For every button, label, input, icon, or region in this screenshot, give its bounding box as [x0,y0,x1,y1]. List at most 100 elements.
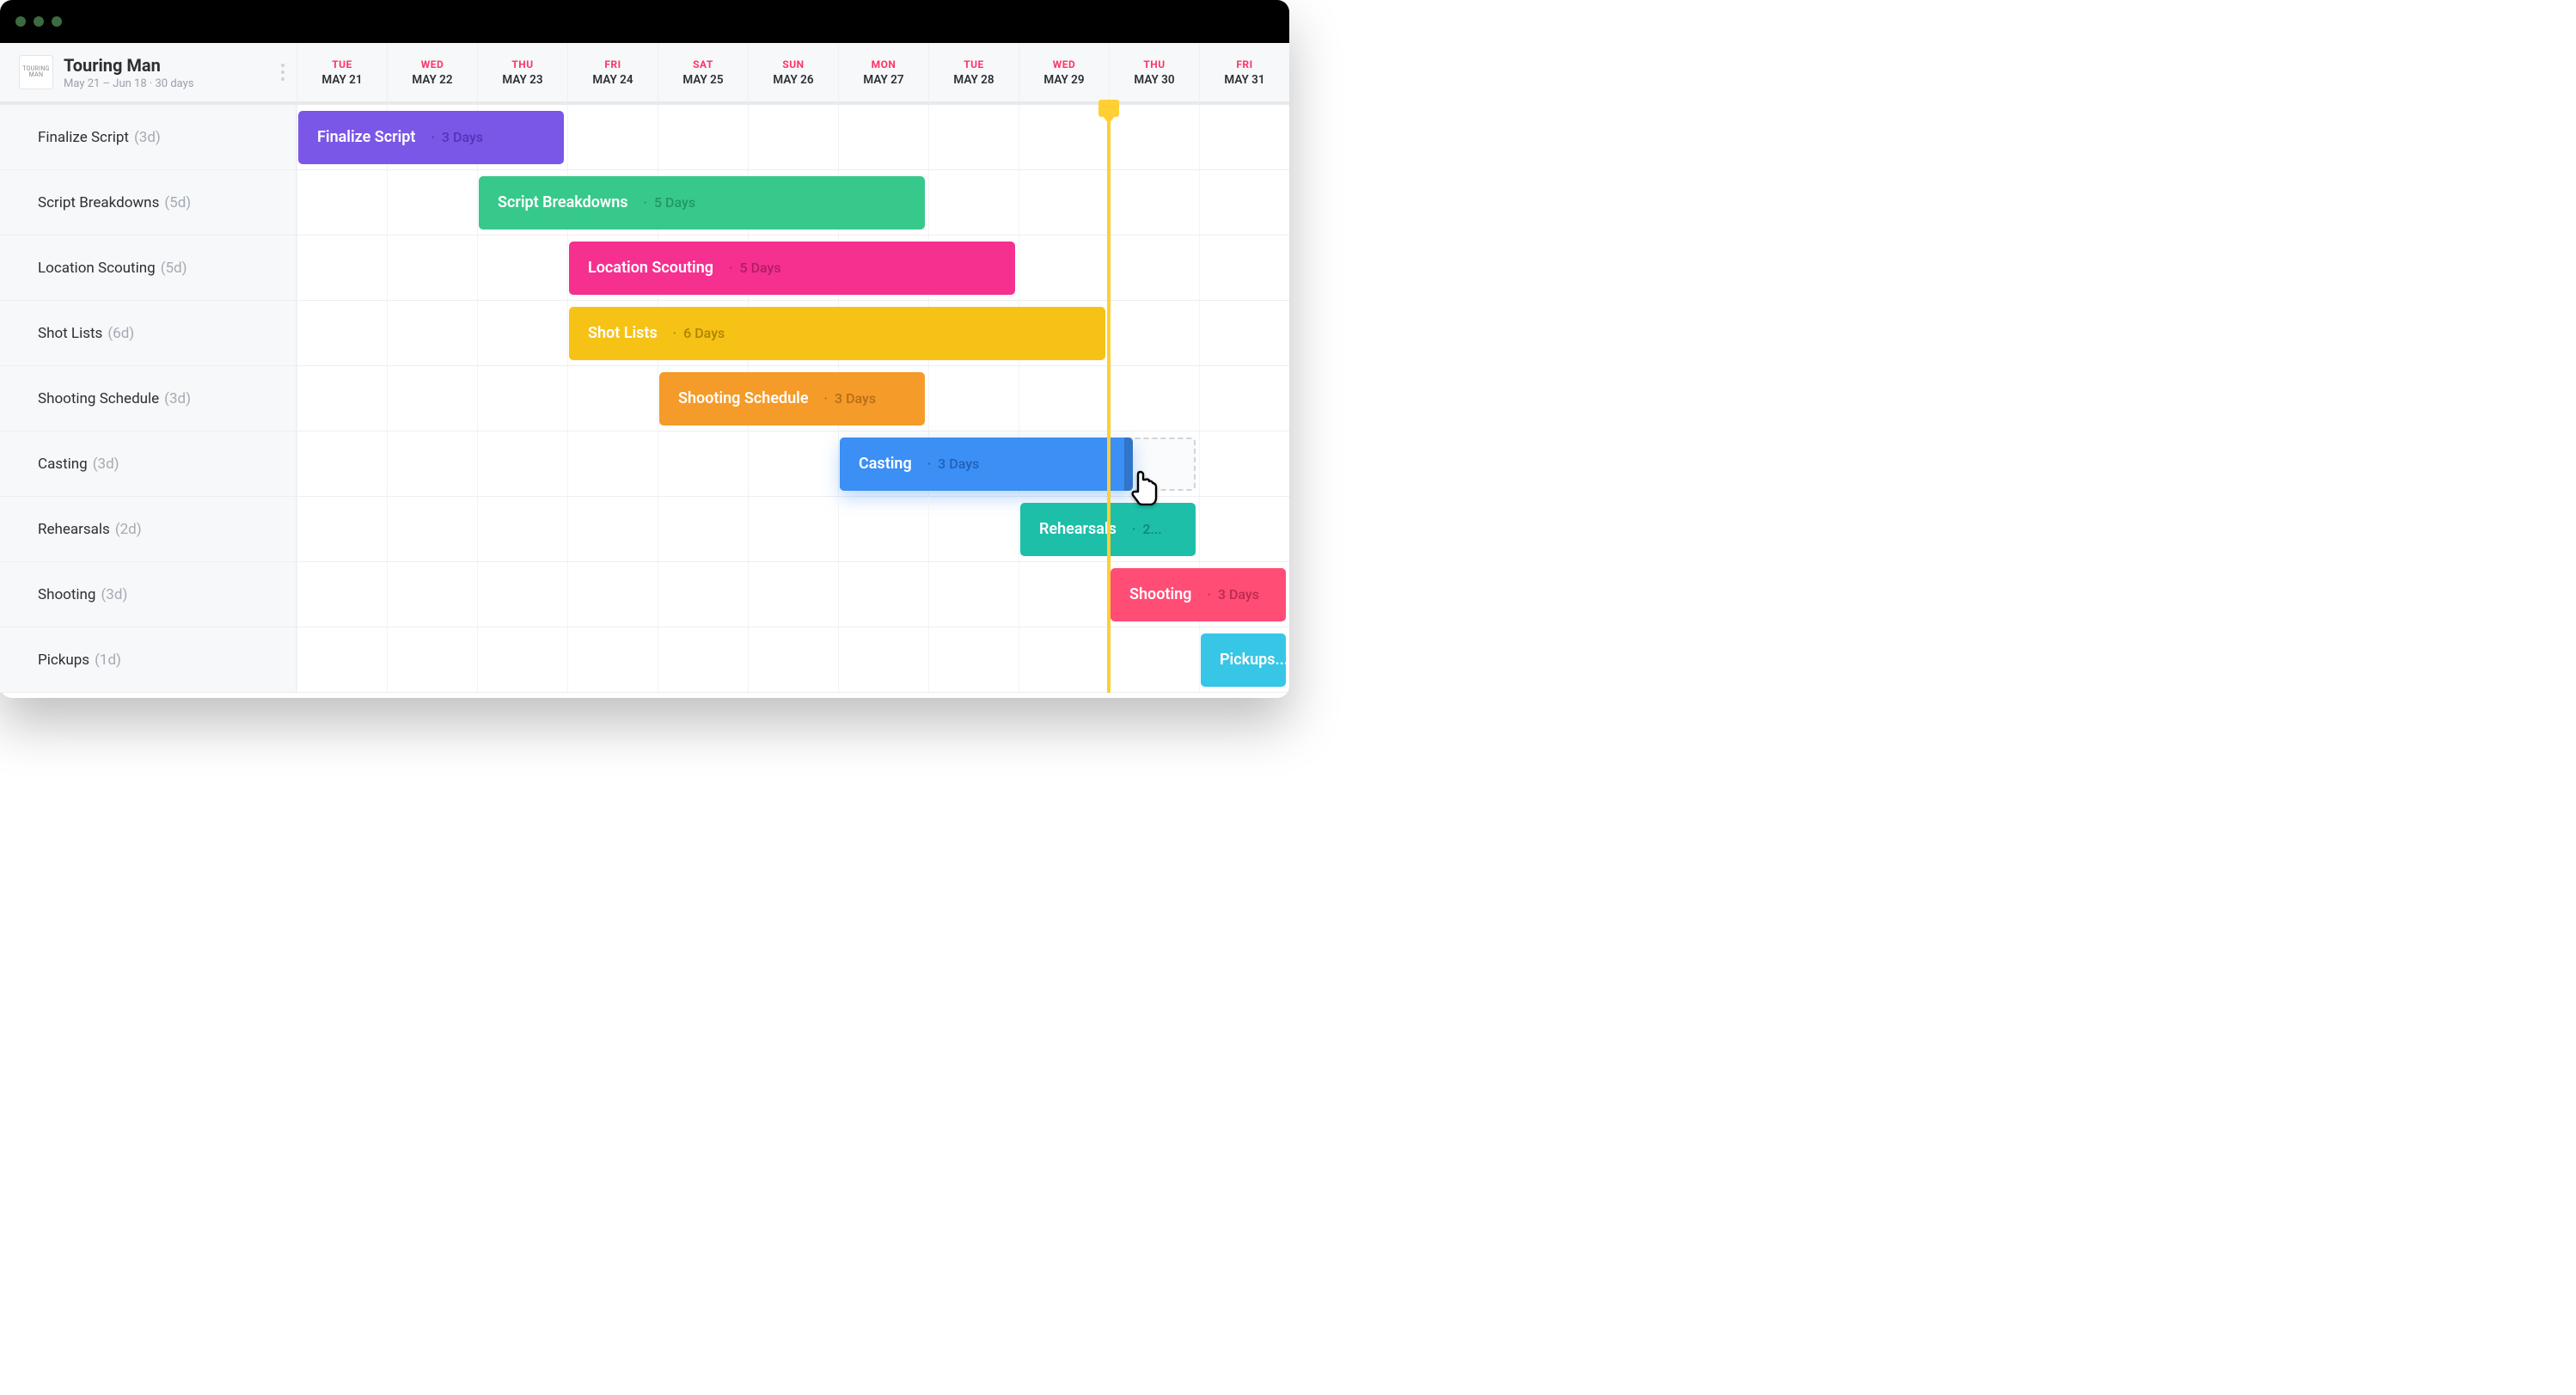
grid-cell[interactable] [477,431,567,496]
task-bar[interactable]: Shooting Schedule · 3 Days [659,372,925,425]
window-close-icon[interactable] [15,16,26,27]
window-controls[interactable] [15,16,62,27]
task-row-label[interactable]: Finalize Script (3d) [0,105,297,169]
grid-cell[interactable] [928,170,1019,235]
task-row-label[interactable]: Shooting Schedule (3d) [0,366,297,431]
grid-cell[interactable] [748,497,838,561]
date-column[interactable]: SATMAY 25 [658,43,748,101]
date-column[interactable]: FRIMAY 31 [1199,43,1289,101]
project-thumbnail[interactable]: TOURING MAN [19,55,53,89]
grid-cell[interactable] [658,562,748,627]
grid-cell[interactable] [1109,105,1199,169]
task-bar[interactable]: Finalize Script · 3 Days [298,111,564,164]
grid-cell[interactable] [658,627,748,692]
grid-cell[interactable] [1019,366,1109,431]
grid-cell[interactable] [297,497,387,561]
grid-cell[interactable] [658,105,748,169]
task-row-label[interactable]: Rehearsals (2d) [0,497,297,561]
grid-cell[interactable] [567,497,658,561]
grid-cell[interactable] [1199,105,1289,169]
grid-cell[interactable] [1109,301,1199,365]
task-bar[interactable]: Script Breakdowns · 5 Days [479,176,925,229]
grid-cell[interactable] [748,105,838,169]
grid-cell[interactable] [477,497,567,561]
grid-cell[interactable] [838,105,928,169]
grid-cell[interactable] [567,366,658,431]
grid-cell[interactable] [838,627,928,692]
grid-cell[interactable] [748,627,838,692]
task-row-label[interactable]: Script Breakdowns (5d) [0,170,297,235]
grid-cell[interactable] [1199,301,1289,365]
grid-cell[interactable] [297,170,387,235]
grid-cell[interactable] [748,562,838,627]
task-bar[interactable]: Shot Lists · 6 Days [569,307,1105,360]
grid-cell[interactable] [928,105,1019,169]
grid-cell[interactable] [1109,627,1199,692]
grid-cell[interactable] [297,627,387,692]
grid-cell[interactable] [477,366,567,431]
date-column[interactable]: SUNMAY 26 [748,43,838,101]
grid-cell[interactable] [567,105,658,169]
grid-cell[interactable] [928,562,1019,627]
task-row-label[interactable]: Pickups (1d) [0,627,297,692]
grid-cell[interactable] [1199,366,1289,431]
grid-cell[interactable] [387,236,477,300]
grid-cell[interactable] [297,366,387,431]
grid-cell[interactable] [658,431,748,496]
grid-cell[interactable] [1109,366,1199,431]
grid-cell[interactable] [1019,562,1109,627]
grid-cell[interactable] [477,301,567,365]
task-row-label[interactable]: Shot Lists (6d) [0,301,297,365]
grid-cell[interactable] [387,627,477,692]
resize-handle[interactable] [1124,437,1133,491]
grid-cell[interactable] [1109,170,1199,235]
grid-cell[interactable] [477,236,567,300]
grid-cell[interactable] [297,562,387,627]
grid-cell[interactable] [387,170,477,235]
date-column[interactable]: WEDMAY 29 [1019,43,1109,101]
grid-cell[interactable] [928,366,1019,431]
grid-cell[interactable] [297,301,387,365]
grid-cell[interactable] [928,627,1019,692]
grid-cell[interactable] [567,562,658,627]
task-bar[interactable]: Location Scouting · 5 Days [569,242,1015,295]
grid-cell[interactable] [1019,170,1109,235]
task-row-label[interactable]: Location Scouting (5d) [0,236,297,300]
grid-cell[interactable] [567,627,658,692]
grid-cell[interactable] [477,562,567,627]
date-column[interactable]: FRIMAY 24 [567,43,658,101]
task-row-label[interactable]: Casting (3d) [0,431,297,496]
grid-cell[interactable] [387,497,477,561]
task-row-label[interactable]: Shooting (3d) [0,562,297,627]
window-zoom-icon[interactable] [52,16,62,27]
grid-cell[interactable] [297,431,387,496]
grid-cell[interactable] [928,497,1019,561]
date-column[interactable]: TUEMAY 28 [928,43,1019,101]
grid-cell[interactable] [1019,627,1109,692]
grid-cell[interactable] [1199,497,1289,561]
grid-cell[interactable] [297,236,387,300]
grid-cell[interactable] [387,562,477,627]
grid-cell[interactable] [838,562,928,627]
grid-cell[interactable] [1199,236,1289,300]
date-column[interactable]: TUEMAY 21 [297,43,387,101]
grid-cell[interactable] [1019,105,1109,169]
grid-cell[interactable] [387,431,477,496]
date-column[interactable]: THUMAY 30 [1109,43,1199,101]
grid-cell[interactable] [748,431,838,496]
grid-cell[interactable] [1199,431,1289,496]
task-bar[interactable]: Rehearsals · 2... [1020,503,1196,556]
more-menu-button[interactable] [281,64,285,81]
grid-cell[interactable] [387,366,477,431]
grid-cell[interactable] [477,627,567,692]
task-bar[interactable]: Casting · 3 Days [840,437,1133,491]
grid-cell[interactable] [838,497,928,561]
grid-cell[interactable] [1109,236,1199,300]
task-bar[interactable]: Pickups... [1201,633,1286,687]
grid-cell[interactable] [1019,236,1109,300]
grid-cell[interactable] [1199,170,1289,235]
date-column[interactable]: THUMAY 23 [477,43,567,101]
grid-cell[interactable] [387,301,477,365]
date-column[interactable]: MONMAY 27 [838,43,928,101]
grid-cell[interactable] [567,431,658,496]
